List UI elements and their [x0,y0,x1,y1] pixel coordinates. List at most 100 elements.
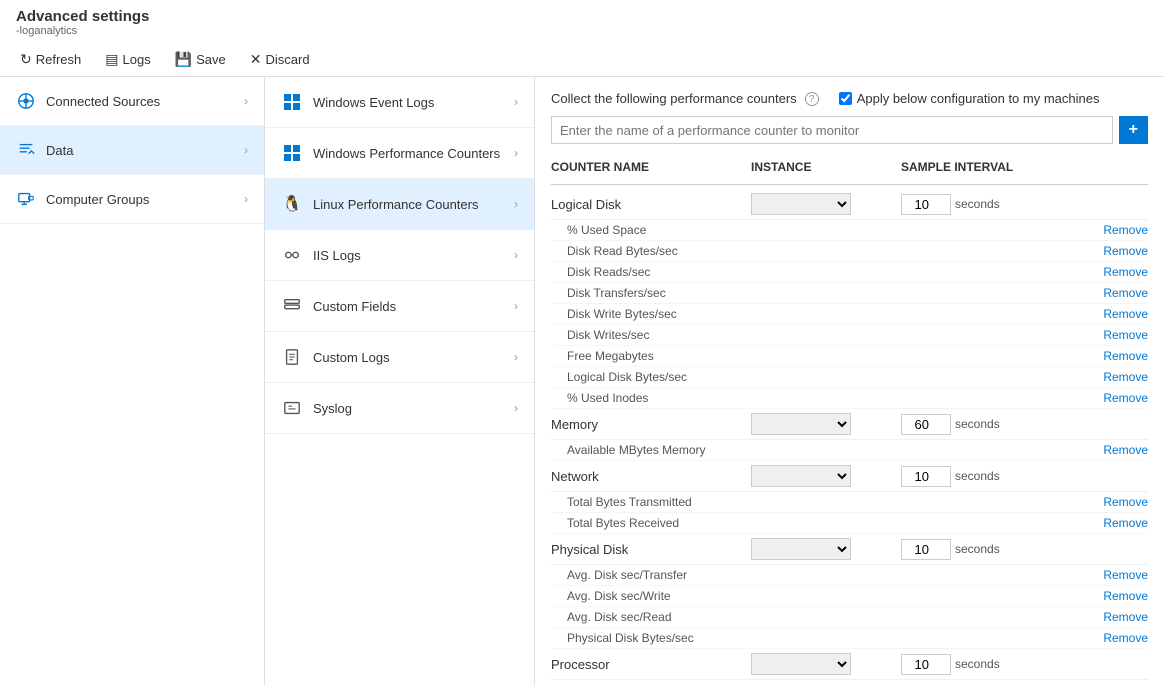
middle-item-custom-fields[interactable]: Custom Fields › [265,281,534,332]
toolbar: ↻ Refresh ▤ Logs 💾 Save ✕ Discard [16,43,1148,76]
counter-sub-name: Disk Reads/sec [567,265,767,279]
sidebar: Connected Sources › Data › Computer Grou… [0,77,265,685]
counter-interval-wrap: seconds [901,414,1081,435]
counter-sub-name: Disk Transfers/sec [567,286,767,300]
content-panel: Collect the following performance counte… [535,77,1164,685]
help-icon[interactable]: ? [805,92,819,106]
counter-group-row: Memory seconds [551,409,1148,440]
seconds-label: seconds [955,197,1000,211]
remove-button[interactable]: Remove [1068,391,1148,405]
windows-perf-icon [281,142,303,164]
counter-sub-name: Total Bytes Transmitted [567,495,767,509]
middle-item-custom-logs[interactable]: Custom Logs › [265,332,534,383]
chevron-right-icon-cf: › [514,299,518,313]
counter-sub-row: % Processor Time Remove [551,680,1148,685]
remove-button[interactable]: Remove [1068,265,1148,279]
chevron-right-icon-iis: › [514,248,518,262]
remove-button[interactable]: Remove [1068,307,1148,321]
counter-sub-row: Total Bytes Received Remove [551,513,1148,534]
col-sample-interval: SAMPLE INTERVAL [901,156,1081,178]
middle-label-custom-logs: Custom Logs [313,350,390,365]
save-button[interactable]: 💾 Save [171,49,230,70]
counter-group-row: Network seconds [551,461,1148,492]
page-title: Advanced settings [16,8,1148,25]
counter-instance-select[interactable] [751,538,851,560]
counter-group-name: Network [551,469,751,484]
collect-counters-label: Collect the following performance counte… [551,91,797,106]
sidebar-item-data[interactable]: Data › [0,126,264,175]
middle-item-windows-event-logs[interactable]: Windows Event Logs › [265,77,534,128]
chevron-right-icon-cl: › [514,350,518,364]
counter-instance-select[interactable] [751,465,851,487]
apply-config-checkbox[interactable] [839,92,852,105]
counter-instance-select[interactable] [751,653,851,675]
syslog-icon [281,397,303,419]
counter-group-row: Physical Disk seconds [551,534,1148,565]
sidebar-item-connected-sources[interactable]: Connected Sources › [0,77,264,126]
chevron-right-icon-wpc: › [514,146,518,160]
middle-item-windows-perf[interactable]: Windows Performance Counters › [265,128,534,179]
remove-button[interactable]: Remove [1068,568,1148,582]
counter-interval-input[interactable] [901,466,951,487]
counter-sub-row: Avg. Disk sec/Write Remove [551,586,1148,607]
sidebar-label-connected-sources: Connected Sources [46,94,160,109]
remove-button[interactable]: Remove [1068,223,1148,237]
seconds-label: seconds [955,657,1000,671]
counter-sub-name: Logical Disk Bytes/sec [567,370,767,384]
remove-button[interactable]: Remove [1068,286,1148,300]
logs-button[interactable]: ▤ Logs [101,49,154,70]
counter-sub-name: Avg. Disk sec/Write [567,589,767,603]
counter-sub-name: Disk Writes/sec [567,328,767,342]
remove-button[interactable]: Remove [1068,610,1148,624]
connected-sources-icon [16,91,36,111]
remove-button[interactable]: Remove [1068,495,1148,509]
linux-perf-icon: 🐧 [281,193,303,215]
middle-label-windows-event-logs: Windows Event Logs [313,95,434,110]
counter-interval-input[interactable] [901,539,951,560]
middle-label-custom-fields: Custom Fields [313,299,396,314]
middle-item-linux-perf[interactable]: 🐧 Linux Performance Counters › [265,179,534,230]
counter-group-name: Logical Disk [551,197,751,212]
remove-button[interactable]: Remove [1068,349,1148,363]
remove-button[interactable]: Remove [1068,328,1148,342]
counter-sub-row: Disk Transfers/sec Remove [551,283,1148,304]
counter-sub-name: Available MBytes Memory [567,443,767,457]
col-instance: INSTANCE [751,156,901,178]
data-icon [16,140,36,160]
middle-label-linux-perf: Linux Performance Counters [313,197,478,212]
discard-button[interactable]: ✕ Discard [246,49,314,70]
remove-button[interactable]: Remove [1068,443,1148,457]
remove-button[interactable]: Remove [1068,370,1148,384]
main-layout: Connected Sources › Data › Computer Grou… [0,77,1164,685]
remove-button[interactable]: Remove [1068,244,1148,258]
counter-instance-select[interactable] [751,413,851,435]
counter-sub-name: Disk Read Bytes/sec [567,244,767,258]
counter-interval-input[interactable] [901,654,951,675]
chevron-right-icon-cg: › [244,192,248,206]
counter-sub-row: Disk Write Bytes/sec Remove [551,304,1148,325]
middle-item-iis-logs[interactable]: IIS Logs › [265,230,534,281]
iis-logs-icon [281,244,303,266]
counter-interval-input[interactable] [901,414,951,435]
refresh-button[interactable]: ↻ Refresh [16,49,85,70]
counter-instance-select[interactable] [751,193,851,215]
counter-sub-row: Free Megabytes Remove [551,346,1148,367]
counter-instance-select-wrap [751,193,901,215]
counter-interval-input[interactable] [901,194,951,215]
chevron-right-icon-sl: › [514,401,518,415]
remove-button[interactable]: Remove [1068,631,1148,645]
add-counter-button[interactable]: + [1119,116,1148,144]
counter-group-name: Processor [551,657,751,672]
remove-button[interactable]: Remove [1068,516,1148,530]
counter-sub-row: Disk Read Bytes/sec Remove [551,241,1148,262]
refresh-icon: ↻ [20,51,32,68]
sidebar-item-computer-groups[interactable]: Computer Groups › [0,175,264,224]
counter-sub-row: Disk Reads/sec Remove [551,262,1148,283]
middle-label-windows-perf: Windows Performance Counters [313,146,500,161]
remove-button[interactable]: Remove [1068,589,1148,603]
counter-interval-wrap: seconds [901,654,1081,675]
counter-name-input[interactable] [551,116,1113,144]
middle-item-syslog[interactable]: Syslog › [265,383,534,434]
content-header: Collect the following performance counte… [551,91,1148,106]
counter-sub-row: Disk Writes/sec Remove [551,325,1148,346]
